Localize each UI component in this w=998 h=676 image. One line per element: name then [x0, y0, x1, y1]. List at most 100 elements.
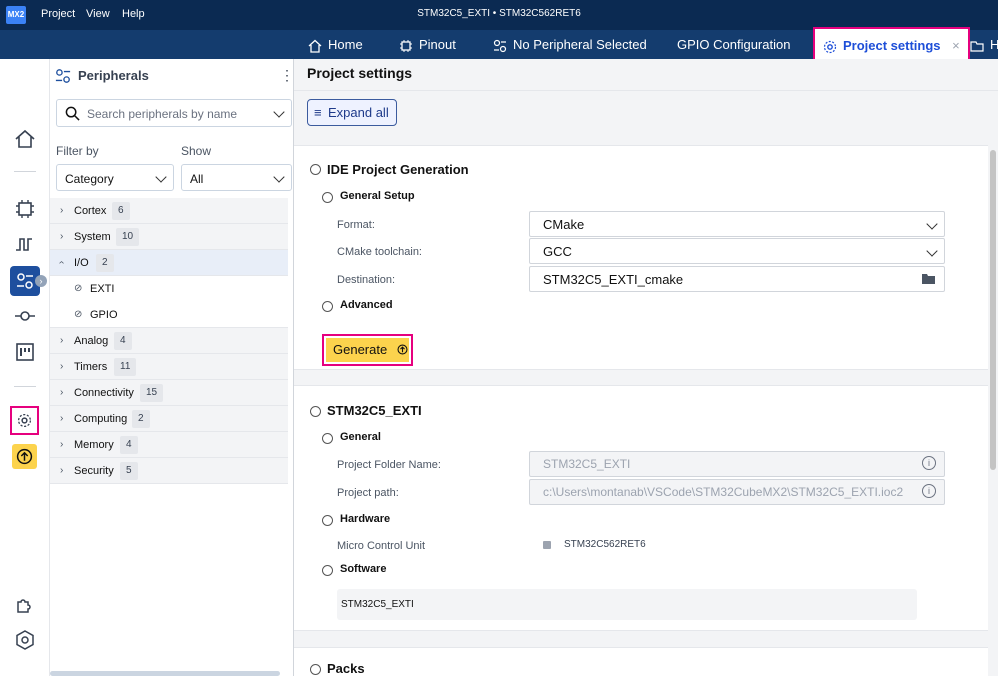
collapse-icon[interactable]: [310, 164, 321, 175]
category-security[interactable]: › Security 5: [50, 458, 288, 484]
chevron-down-icon: [273, 171, 285, 183]
chevron-right-icon: ›: [60, 413, 64, 424]
filter-select[interactable]: Category: [56, 164, 174, 191]
project-path-input: c:\Users\montanab\VSCode\STM32CubeMX2\ST…: [529, 479, 945, 505]
rail-divider: [14, 171, 36, 172]
home-icon[interactable]: [13, 127, 37, 151]
tab-home-label: Home: [328, 37, 363, 52]
show-value: All: [190, 172, 204, 186]
category-connectivity[interactable]: › Connectivity 15: [50, 380, 288, 406]
count-badge: 11: [114, 358, 137, 376]
tab-peripheral-label: No Peripheral Selected: [513, 37, 647, 52]
folder-name-input: STM32C5_EXTI i: [529, 451, 945, 477]
category-memory[interactable]: › Memory 4: [50, 432, 288, 458]
chip-icon: [400, 39, 412, 52]
title-divider: [294, 90, 998, 91]
collapse-icon[interactable]: [322, 565, 333, 576]
count-badge: 2: [96, 254, 114, 272]
chevron-down-icon: [926, 245, 938, 257]
search-placeholder: Search peripherals by name: [87, 107, 238, 121]
window-title: STM32C5_EXTI • STM32C562RET6: [417, 8, 581, 19]
category-system[interactable]: › System 10: [50, 224, 288, 250]
generate-rail-button[interactable]: [12, 444, 37, 469]
signal-icon[interactable]: [13, 232, 37, 256]
toolchain-select[interactable]: GCC: [529, 238, 945, 264]
peripheral-gpio[interactable]: ⊘ GPIO: [50, 302, 288, 328]
software-value: STM32C5_EXTI: [341, 599, 414, 610]
project-path-label: Project path:: [337, 487, 399, 499]
generate-button[interactable]: Generate: [326, 338, 409, 362]
settings-icon[interactable]: [13, 628, 37, 652]
tab-peripheral[interactable]: No Peripheral Selected: [493, 30, 647, 59]
vertical-scrollbar[interactable]: [990, 150, 996, 470]
mcu-value: STM32C562RET6: [564, 539, 646, 550]
tab-project-settings-label: Project settings: [843, 38, 941, 53]
chevron-right-icon: ›: [60, 335, 64, 346]
collapse-icon[interactable]: [322, 515, 333, 526]
tab-pinout[interactable]: Pinout: [399, 30, 456, 59]
project-card: STM32C5_EXTI General Project Folder Name…: [294, 385, 988, 631]
expand-icon[interactable]: [322, 301, 333, 312]
category-io[interactable]: › I/O 2: [50, 250, 288, 276]
advanced-title[interactable]: Advanced: [340, 299, 393, 311]
category-analog[interactable]: › Analog 4: [50, 328, 288, 354]
format-label: Format:: [337, 219, 375, 231]
category-timers[interactable]: › Timers 11: [50, 354, 288, 380]
folder-icon: [970, 40, 984, 52]
chevron-right-icon: ›: [60, 231, 64, 242]
board-icon[interactable]: [13, 340, 37, 364]
activity-rail: ›: [0, 59, 50, 676]
chevron-down-icon: [926, 218, 938, 230]
search-input[interactable]: Search peripherals by name: [56, 99, 292, 127]
chevron-up-icon: ›: [56, 260, 68, 265]
home-icon: [308, 39, 322, 53]
folder-open-icon[interactable]: [922, 273, 936, 285]
peripherals-panel: Peripherals ⋮ Search peripherals by name…: [50, 59, 294, 676]
chip-icon[interactable]: [13, 197, 37, 221]
project-settings-rail-button[interactable]: [10, 406, 39, 435]
general-setup-title: General Setup: [340, 190, 415, 202]
link-icon: ⊘: [74, 309, 83, 320]
puzzle-icon[interactable]: [13, 593, 37, 617]
chevron-right-icon[interactable]: ›: [35, 275, 47, 287]
toolchain-label: CMake toolchain:: [337, 246, 422, 258]
software-title: Software: [340, 563, 387, 575]
count-badge: 15: [140, 384, 164, 402]
horizontal-scrollbar[interactable]: [50, 671, 280, 676]
destination-input[interactable]: STM32C5_EXTI_cmake: [529, 266, 945, 292]
folder-name-value: STM32C5_EXTI: [543, 457, 631, 471]
more-icon[interactable]: ⋮: [280, 67, 294, 84]
tab-gpio-config[interactable]: GPIO Configuration: [677, 30, 790, 59]
toolchain-value: GCC: [543, 244, 572, 259]
collapse-icon[interactable]: [322, 433, 333, 444]
gear-icon: [823, 40, 837, 53]
collapse-icon[interactable]: [310, 664, 321, 675]
bus-icon[interactable]: [13, 304, 37, 328]
folder-name-label: Project Folder Name:: [337, 459, 441, 471]
format-value: CMake: [543, 217, 585, 232]
show-select[interactable]: All: [181, 164, 292, 191]
mcu-chip-icon: [543, 541, 551, 549]
close-icon[interactable]: ×: [952, 38, 960, 53]
tab-home[interactable]: Home: [308, 30, 363, 59]
count-badge: 5: [120, 462, 138, 480]
count-badge: 10: [116, 228, 140, 246]
peripherals-rail-button[interactable]: ›: [10, 266, 47, 296]
collapse-icon[interactable]: [322, 192, 333, 203]
info-icon[interactable]: i: [922, 484, 936, 498]
software-row[interactable]: STM32C5_EXTI: [337, 589, 917, 620]
tab-h[interactable]: H: [970, 30, 998, 59]
panel-title: Peripherals: [78, 68, 149, 83]
chevron-right-icon: ›: [60, 205, 64, 216]
category-computing[interactable]: › Computing 2: [50, 406, 288, 432]
info-icon[interactable]: i: [922, 456, 936, 470]
rail-divider: [14, 386, 36, 387]
expand-all-button[interactable]: ≡ Expand all: [307, 99, 397, 126]
format-select[interactable]: CMake: [529, 211, 945, 237]
filter-label: Filter by: [56, 144, 99, 158]
count-badge: 6: [112, 202, 130, 220]
collapse-icon[interactable]: [310, 406, 321, 417]
peripheral-exti[interactable]: ⊘ EXTI: [50, 276, 288, 302]
generate-icon: [397, 344, 408, 355]
category-cortex[interactable]: › Cortex 6: [50, 198, 288, 224]
